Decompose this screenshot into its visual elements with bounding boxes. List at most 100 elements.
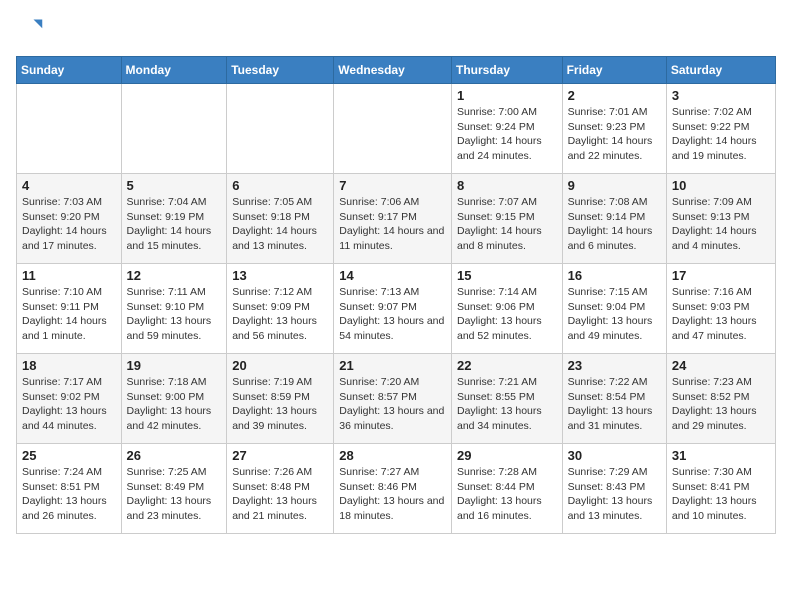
day-number: 23 — [568, 358, 661, 373]
day-info: Sunrise: 7:00 AM Sunset: 9:24 PM Dayligh… — [457, 105, 557, 164]
day-info: Sunrise: 7:28 AM Sunset: 8:44 PM Dayligh… — [457, 465, 557, 524]
day-number: 7 — [339, 178, 446, 193]
calendar-table: SundayMondayTuesdayWednesdayThursdayFrid… — [16, 56, 776, 534]
day-info: Sunrise: 7:09 AM Sunset: 9:13 PM Dayligh… — [672, 195, 770, 254]
day-number: 13 — [232, 268, 328, 283]
calendar-cell: 13 Sunrise: 7:12 AM Sunset: 9:09 PM Dayli… — [227, 264, 334, 354]
day-info: Sunrise: 7:05 AM Sunset: 9:18 PM Dayligh… — [232, 195, 328, 254]
day-number: 22 — [457, 358, 557, 373]
calendar-cell: 15 Sunrise: 7:14 AM Sunset: 9:06 PM Dayli… — [451, 264, 562, 354]
calendar-cell: 17Sunrise: 7:16 AM Sunset: 9:03 PM Dayli… — [666, 264, 775, 354]
day-number: 27 — [232, 448, 328, 463]
calendar-cell: 29 Sunrise: 7:28 AM Sunset: 8:44 PM Dayli… — [451, 444, 562, 534]
day-info: Sunrise: 7:15 AM Sunset: 9:04 PM Dayligh… — [568, 285, 661, 344]
calendar-cell — [121, 84, 227, 174]
weekday-header-friday: Friday — [562, 57, 666, 84]
day-info: Sunrise: 7:22 AM Sunset: 8:54 PM Dayligh… — [568, 375, 661, 434]
day-info: Sunrise: 7:01 AM Sunset: 9:23 PM Dayligh… — [568, 105, 661, 164]
weekday-header-monday: Monday — [121, 57, 227, 84]
calendar-cell: 9 Sunrise: 7:08 AM Sunset: 9:14 PM Daylig… — [562, 174, 666, 264]
day-number: 25 — [22, 448, 116, 463]
calendar-cell: 2 Sunrise: 7:01 AM Sunset: 9:23 PM Daylig… — [562, 84, 666, 174]
calendar-cell: 19Sunrise: 7:18 AM Sunset: 9:00 PM Dayli… — [121, 354, 227, 444]
calendar-cell: 20 Sunrise: 7:19 AM Sunset: 8:59 PM Dayli… — [227, 354, 334, 444]
calendar-cell: 25 Sunrise: 7:24 AM Sunset: 8:51 PM Dayli… — [17, 444, 122, 534]
calendar-cell: 6 Sunrise: 7:05 AM Sunset: 9:18 PM Daylig… — [227, 174, 334, 264]
day-number: 11 — [22, 268, 116, 283]
calendar-cell: 14 Sunrise: 7:13 AM Sunset: 9:07 PM Dayli… — [334, 264, 452, 354]
day-info: Sunrise: 7:11 AM Sunset: 9:10 PM Dayligh… — [127, 285, 222, 344]
day-info: Sunrise: 7:20 AM Sunset: 8:57 PM Dayligh… — [339, 375, 446, 434]
calendar-cell: 4 Sunrise: 7:03 AM Sunset: 9:20 PM Daylig… — [17, 174, 122, 264]
calendar-cell — [17, 84, 122, 174]
day-number: 6 — [232, 178, 328, 193]
calendar-cell: 18 Sunrise: 7:17 AM Sunset: 9:02 PM Dayli… — [17, 354, 122, 444]
day-info: Sunrise: 7:23 AM Sunset: 8:52 PM Dayligh… — [672, 375, 770, 434]
day-info: Sunrise: 7:02 AM Sunset: 9:22 PM Dayligh… — [672, 105, 770, 164]
calendar-cell: 30 Sunrise: 7:29 AM Sunset: 8:43 PM Dayli… — [562, 444, 666, 534]
weekday-header-tuesday: Tuesday — [227, 57, 334, 84]
day-number: 4 — [22, 178, 116, 193]
calendar-cell: 3Sunrise: 7:02 AM Sunset: 9:22 PM Daylig… — [666, 84, 775, 174]
day-info: Sunrise: 7:19 AM Sunset: 8:59 PM Dayligh… — [232, 375, 328, 434]
page-header — [16, 16, 776, 44]
day-number: 2 — [568, 88, 661, 103]
weekday-header-wednesday: Wednesday — [334, 57, 452, 84]
calendar-cell: 31 Sunrise: 7:30 AM Sunset: 8:41 PM Dayli… — [666, 444, 775, 534]
day-number: 31 — [672, 448, 770, 463]
logo — [16, 16, 48, 44]
day-number: 15 — [457, 268, 557, 283]
calendar-cell: 8 Sunrise: 7:07 AM Sunset: 9:15 PM Daylig… — [451, 174, 562, 264]
calendar-cell — [227, 84, 334, 174]
calendar-cell: 12Sunrise: 7:11 AM Sunset: 9:10 PM Dayli… — [121, 264, 227, 354]
weekday-header-saturday: Saturday — [666, 57, 775, 84]
day-number: 19 — [127, 358, 222, 373]
day-info: Sunrise: 7:07 AM Sunset: 9:15 PM Dayligh… — [457, 195, 557, 254]
calendar-cell: 10 Sunrise: 7:09 AM Sunset: 9:13 PM Dayli… — [666, 174, 775, 264]
day-info: Sunrise: 7:08 AM Sunset: 9:14 PM Dayligh… — [568, 195, 661, 254]
day-info: Sunrise: 7:13 AM Sunset: 9:07 PM Dayligh… — [339, 285, 446, 344]
day-info: Sunrise: 7:14 AM Sunset: 9:06 PM Dayligh… — [457, 285, 557, 344]
calendar-cell: 22 Sunrise: 7:21 AM Sunset: 8:55 PM Dayli… — [451, 354, 562, 444]
day-number: 18 — [22, 358, 116, 373]
day-info: Sunrise: 7:17 AM Sunset: 9:02 PM Dayligh… — [22, 375, 116, 434]
day-info: Sunrise: 7:30 AM Sunset: 8:41 PM Dayligh… — [672, 465, 770, 524]
day-number: 9 — [568, 178, 661, 193]
calendar-cell — [334, 84, 452, 174]
day-info: Sunrise: 7:26 AM Sunset: 8:48 PM Dayligh… — [232, 465, 328, 524]
day-number: 30 — [568, 448, 661, 463]
calendar-cell: 7 Sunrise: 7:06 AM Sunset: 9:17 PM Daylig… — [334, 174, 452, 264]
day-info: Sunrise: 7:21 AM Sunset: 8:55 PM Dayligh… — [457, 375, 557, 434]
day-number: 21 — [339, 358, 446, 373]
weekday-header-thursday: Thursday — [451, 57, 562, 84]
day-number: 29 — [457, 448, 557, 463]
day-info: Sunrise: 7:03 AM Sunset: 9:20 PM Dayligh… — [22, 195, 116, 254]
day-info: Sunrise: 7:25 AM Sunset: 8:49 PM Dayligh… — [127, 465, 222, 524]
day-number: 26 — [127, 448, 222, 463]
calendar-cell: 1 Sunrise: 7:00 AM Sunset: 9:24 PM Daylig… — [451, 84, 562, 174]
weekday-header-sunday: Sunday — [17, 57, 122, 84]
day-number: 16 — [568, 268, 661, 283]
calendar-cell: 27 Sunrise: 7:26 AM Sunset: 8:48 PM Dayli… — [227, 444, 334, 534]
day-info: Sunrise: 7:24 AM Sunset: 8:51 PM Dayligh… — [22, 465, 116, 524]
logo-icon — [16, 16, 44, 44]
day-info: Sunrise: 7:27 AM Sunset: 8:46 PM Dayligh… — [339, 465, 446, 524]
calendar-cell: 28 Sunrise: 7:27 AM Sunset: 8:46 PM Dayli… — [334, 444, 452, 534]
day-number: 14 — [339, 268, 446, 283]
calendar-cell: 11 Sunrise: 7:10 AM Sunset: 9:11 PM Dayli… — [17, 264, 122, 354]
day-number: 1 — [457, 88, 557, 103]
day-number: 28 — [339, 448, 446, 463]
calendar-cell: 5Sunrise: 7:04 AM Sunset: 9:19 PM Daylig… — [121, 174, 227, 264]
calendar-cell: 16 Sunrise: 7:15 AM Sunset: 9:04 PM Dayli… — [562, 264, 666, 354]
day-number: 8 — [457, 178, 557, 193]
day-number: 20 — [232, 358, 328, 373]
day-info: Sunrise: 7:29 AM Sunset: 8:43 PM Dayligh… — [568, 465, 661, 524]
day-info: Sunrise: 7:10 AM Sunset: 9:11 PM Dayligh… — [22, 285, 116, 344]
day-info: Sunrise: 7:12 AM Sunset: 9:09 PM Dayligh… — [232, 285, 328, 344]
day-info: Sunrise: 7:06 AM Sunset: 9:17 PM Dayligh… — [339, 195, 446, 254]
day-info: Sunrise: 7:16 AM Sunset: 9:03 PM Dayligh… — [672, 285, 770, 344]
day-number: 10 — [672, 178, 770, 193]
day-info: Sunrise: 7:04 AM Sunset: 9:19 PM Dayligh… — [127, 195, 222, 254]
calendar-cell: 23 Sunrise: 7:22 AM Sunset: 8:54 PM Dayli… — [562, 354, 666, 444]
day-number: 24 — [672, 358, 770, 373]
